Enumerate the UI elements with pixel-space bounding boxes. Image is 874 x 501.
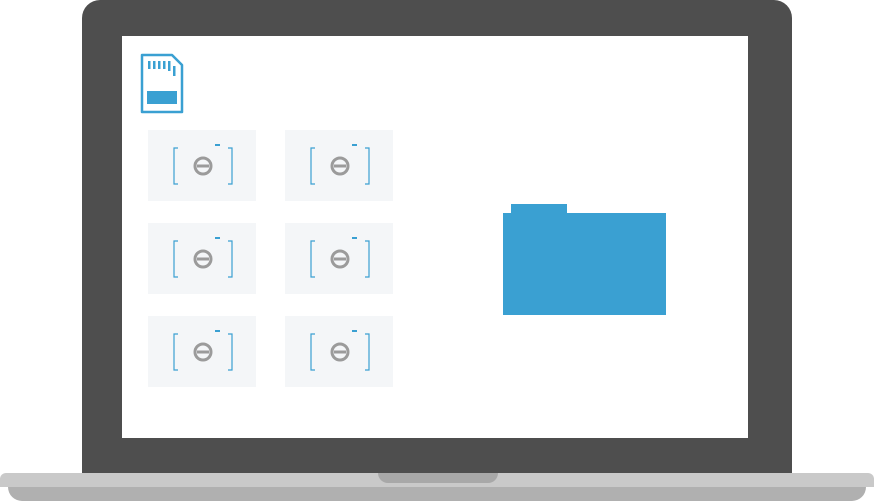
folder-icon[interactable]	[503, 204, 666, 321]
camera-icon	[310, 330, 370, 371]
camera-icon	[173, 144, 233, 185]
photo-thumbnail[interactable]	[148, 223, 256, 294]
photo-thumbnail[interactable]	[148, 316, 256, 387]
camera-icon	[310, 144, 370, 185]
camera-icon	[173, 330, 233, 371]
camera-icon	[173, 237, 233, 278]
photo-thumbnail[interactable]	[285, 130, 393, 201]
laptop-base	[0, 473, 874, 501]
photo-thumbnail[interactable]	[285, 223, 393, 294]
laptop-notch	[378, 473, 498, 483]
camera-icon	[310, 237, 370, 278]
photo-thumbnail[interactable]	[285, 316, 393, 387]
sd-card-icon[interactable]	[140, 53, 184, 120]
laptop-base-bottom	[8, 487, 866, 501]
photo-thumbnail[interactable]	[148, 130, 256, 201]
